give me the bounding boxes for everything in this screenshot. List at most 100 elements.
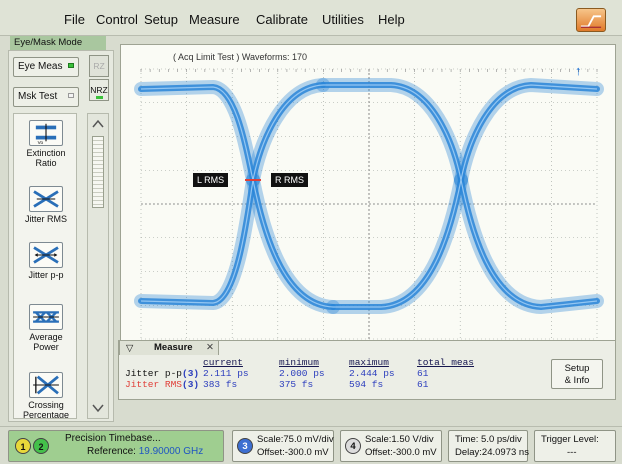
menu-file[interactable]: File [64,12,85,27]
waveform-display[interactable]: ( Acq Limit Test ) Waveforms: 170 ↑ L RM… [120,44,616,344]
nrz-label: NRZ [90,85,108,95]
row-jitter-rms-total: 61 [417,379,429,390]
menu-setup[interactable]: Setup [144,12,178,27]
channel-2-badge[interactable]: 2 [33,438,49,454]
collapse-chevron-icon[interactable]: ▽ [126,342,133,356]
average-power-icon [29,304,63,330]
measurement-list: Vo Extinction Ratio Jitter RMS Jitter p-… [13,113,77,419]
trigger-arrow-icon: ↑ [575,63,582,78]
extinction-ratio-label-1: Extinction [26,148,66,158]
crossing-percentage-label-1: Crossing [28,400,64,410]
eye-trace-band [454,77,604,187]
header-minimum: minimum [279,357,319,368]
trigger-level-value: --- [567,447,577,458]
jitter-rms-item[interactable]: Jitter RMS [14,186,76,224]
row-jitter-rms-current: 383 fs [203,379,238,390]
average-power-label-1: Average [29,332,63,342]
header-total: total meas [417,357,475,368]
header-current: current [203,357,243,368]
eye-trace-band [134,173,260,311]
crossing-percentage-label-2: Percentage [22,410,70,419]
mask-test-led-icon [68,93,74,98]
extinction-ratio-icon: Vo [29,120,63,146]
eye-diagram [134,68,604,340]
eye-trace-band [316,78,468,187]
eye-meas-led-icon [68,63,74,68]
average-power-label-2: Power [33,342,59,352]
measure-title: Measure [154,342,193,353]
eye-meas-label: Eye Meas [18,61,63,72]
average-power-item[interactable]: Average Power [14,304,76,352]
channel-1-badge[interactable]: 1 [15,438,31,454]
svg-text:Vo: Vo [38,140,44,145]
mask-test-label: Msk Test [18,91,58,102]
left-panel: Eye Meas Msk Test RZ NRZ Vo Extinction R… [8,50,114,422]
channel-3-box[interactable]: 3 Scale:75.0 mV/div Offset:-300.0 mV [232,430,334,462]
timebase-label: Precision Timebase... [65,433,161,444]
channel-4-badge[interactable]: 4 [345,438,361,454]
setup-label-2: & Info [564,375,590,386]
scroll-thumb[interactable] [92,136,104,208]
acquisition-status: ( Acq Limit Test ) Waveforms: 170 [171,52,310,62]
menu-calibrate[interactable]: Calibrate [256,12,308,27]
extinction-ratio-label-2: Ratio [35,158,57,168]
waveform-logo-icon [580,15,602,29]
mask-test-button[interactable]: Msk Test [13,87,79,107]
row-jitter-pp-minimum: 2.000 ps [279,368,325,379]
header-maximum: maximum [349,357,389,368]
trigger-delay: Delay:24.0973 ns [455,447,529,458]
setup-label-1: Setup [564,363,590,374]
rz-button[interactable]: RZ [89,55,109,77]
left-rms-marker[interactable]: L RMS [193,173,229,187]
measure-tab[interactable]: ▽ Measure ✕ [119,340,219,355]
row-jitter-rms-name[interactable]: Jitter RMS(3) [125,379,199,390]
timebase-box[interactable]: 1 2 Precision Timebase... Reference: 19.… [8,430,224,462]
eye-trace-band [134,79,260,187]
eye-trace [330,177,464,310]
menu-control[interactable]: Control [96,12,138,27]
jitter-rms-icon [29,186,63,212]
menu-utilities[interactable]: Utilities [322,12,364,27]
channel-4-box[interactable]: 4 Scale:1.50 V/div Offset:-300.0 mV [340,430,442,462]
crossing-percentage-item[interactable]: Crossing Percentage [14,372,76,419]
row-jitter-rms-maximum: 594 fs [349,379,384,390]
measure-panel: ▽ Measure ✕ current minimum maximum tota… [118,340,616,400]
extinction-ratio-item[interactable]: Vo Extinction Ratio [14,120,76,168]
trigger-level-label: Trigger Level: [541,434,599,445]
row-jitter-pp-name[interactable]: Jitter p-p(3) [125,368,199,379]
nrz-led-icon [96,96,103,99]
channel-3-badge[interactable]: 3 [237,438,253,454]
menu-measure[interactable]: Measure [189,12,240,27]
jitter-pp-icon [29,242,63,268]
time-per-div: Time: 5.0 ps/div [455,434,522,445]
jitter-pp-item[interactable]: Jitter p-p [14,242,76,280]
channel-3-offset: Offset:-300.0 mV [257,447,329,458]
row-jitter-pp-current: 2.111 ps [203,368,249,379]
channel-3-scale: Scale:75.0 mV/div [257,434,334,445]
menu-bar: File Control Setup Measure Calibrate Uti… [0,0,622,36]
row-jitter-pp-total: 61 [417,368,429,379]
setup-info-button[interactable]: Setup & Info [551,359,603,389]
row-jitter-pp-maximum: 2.444 ps [349,368,395,379]
trigger-box[interactable]: Trigger Level: --- [534,430,616,462]
close-icon[interactable]: ✕ [206,341,214,355]
measurement-scrollbar[interactable] [87,113,109,419]
mode-label: Eye/Mask Mode [10,36,106,50]
channel-4-scale: Scale:1.50 V/div [365,434,434,445]
nrz-button[interactable]: NRZ [89,79,109,101]
jitter-rms-label: Jitter RMS [24,214,67,224]
channel-4-offset: Offset:-300.0 mV [365,447,437,458]
row-jitter-rms-minimum: 375 fs [279,379,314,390]
eye-trace [458,177,600,311]
timebase-reference: Reference: 19.90000 GHz [87,446,204,457]
right-rms-marker[interactable]: R RMS [271,173,308,187]
status-bar: 1 2 Precision Timebase... Reference: 19.… [0,426,622,464]
menu-help[interactable]: Help [378,12,405,27]
jitter-pp-label: Jitter p-p [28,270,64,280]
crossing-percentage-icon [29,372,63,398]
scroll-down-icon[interactable] [91,401,105,415]
app-icon[interactable] [576,8,606,32]
horizontal-box[interactable]: Time: 5.0 ps/div Delay:24.0973 ns [448,430,529,462]
eye-meas-button[interactable]: Eye Meas [13,57,79,77]
scroll-up-icon[interactable] [91,117,105,131]
